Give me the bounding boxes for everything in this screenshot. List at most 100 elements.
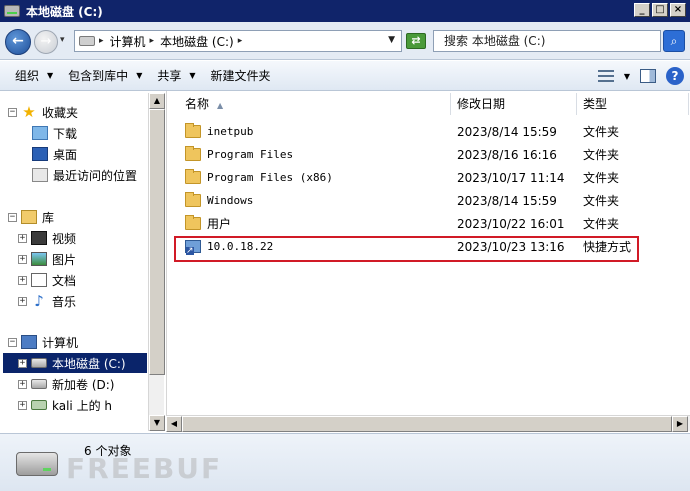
view-dropdown-icon[interactable]: ▼	[624, 72, 630, 81]
organize-label: 组织	[15, 69, 40, 83]
nav-item-network-share[interactable]: + kali 上的 h	[18, 395, 112, 415]
share-label: 共享	[157, 69, 182, 83]
title-bar: 本地磁盘 (C:) _ □ ×	[0, 0, 690, 22]
file-date: 2023/8/14 15:59	[457, 194, 557, 208]
file-row[interactable]: Program Files 2023/8/16 16:16 文件夹	[177, 144, 647, 166]
include-library-menu[interactable]: 包含到库中 ▼	[68, 67, 142, 84]
expand-icon[interactable]: +	[18, 275, 27, 285]
nav-scrollbar[interactable]: ▲ ▼	[148, 93, 165, 431]
refresh-button[interactable]: ⇄	[406, 33, 426, 49]
drive-icon	[4, 5, 20, 17]
chevron-right-icon[interactable]: ▸	[238, 36, 243, 46]
expand-icon[interactable]: +	[18, 254, 27, 264]
nav-item-pictures[interactable]: + 图片	[18, 249, 76, 269]
expand-icon[interactable]: +	[18, 296, 27, 306]
file-row[interactable]: Windows 2023/8/14 15:59 文件夹	[177, 190, 647, 212]
new-folder-button[interactable]: 新建文件夹	[211, 67, 271, 84]
nav-label-libraries: 库	[42, 210, 55, 225]
file-row[interactable]: 10.0.18.22 2023/10/23 13:16 快捷方式	[177, 236, 647, 258]
scrollbar-thumb[interactable]	[182, 416, 672, 432]
documents-icon	[31, 273, 47, 287]
file-name: Program Files (x86)	[207, 171, 333, 184]
expand-icon[interactable]: +	[18, 233, 27, 243]
nav-label-documents: 文档	[52, 273, 77, 288]
star-icon: ★	[22, 103, 36, 121]
file-type: 快捷方式	[583, 240, 632, 254]
nav-label-pictures: 图片	[52, 252, 77, 267]
nav-item-new-volume[interactable]: + 新加卷 (D:)	[18, 374, 114, 394]
collapse-icon[interactable]: −	[8, 337, 17, 347]
chevron-down-icon: ▼	[189, 71, 196, 80]
column-header-type[interactable]: 类型	[577, 93, 689, 115]
nav-item-local-disk[interactable]: + 本地磁盘 (C:)	[3, 353, 147, 373]
close-button[interactable]: ×	[670, 3, 686, 17]
nav-item-desktop[interactable]: 桌面	[32, 144, 77, 164]
column-header-name[interactable]: 名称 ▲	[167, 93, 451, 115]
help-icon[interactable]: ?	[666, 67, 684, 85]
organize-menu[interactable]: 组织 ▼	[15, 67, 53, 84]
nav-item-downloads[interactable]: 下载	[32, 123, 77, 143]
file-type: 文件夹	[583, 148, 620, 162]
file-type: 文件夹	[583, 217, 620, 231]
drive-icon	[16, 452, 58, 476]
expand-icon[interactable]: +	[18, 379, 27, 389]
breadcrumb-local-disk[interactable]: 本地磁盘 (C:)	[160, 33, 234, 50]
file-name: inetpub	[207, 125, 254, 138]
share-menu[interactable]: 共享 ▼	[157, 67, 195, 84]
file-row[interactable]: 用户 2023/10/22 16:01 文件夹	[177, 213, 647, 235]
expand-icon[interactable]: +	[18, 358, 27, 368]
sort-ascending-icon: ▲	[217, 101, 224, 110]
command-bar: 组织 ▼ 包含到库中 ▼ 共享 ▼ 新建文件夹 ▼ ?	[0, 61, 690, 91]
folder-icon	[185, 192, 201, 207]
address-box[interactable]: ▸ 计算机 ▸ 本地磁盘 (C:) ▸ ▼	[74, 30, 402, 52]
horizontal-scrollbar[interactable]: ◀ ▶	[166, 415, 690, 432]
expand-icon[interactable]: +	[18, 400, 27, 410]
library-icon	[21, 210, 37, 224]
folder-icon	[185, 169, 201, 184]
nav-item-recent[interactable]: 最近访问的位置	[32, 165, 137, 185]
scroll-down-icon[interactable]: ▼	[149, 415, 165, 431]
chevron-right-icon[interactable]: ▸	[150, 36, 155, 46]
maximize-button[interactable]: □	[652, 3, 668, 17]
nav-item-music[interactable]: + ♪ 音乐	[18, 291, 76, 311]
shortcut-icon	[185, 240, 201, 255]
drive-icon	[31, 358, 47, 368]
scroll-left-icon[interactable]: ◀	[166, 416, 182, 432]
scrollbar-thumb[interactable]	[149, 109, 165, 375]
nav-label-recent: 最近访问的位置	[53, 168, 138, 183]
nav-item-computer[interactable]: − 计算机	[8, 332, 78, 352]
nav-item-libraries[interactable]: − 库	[8, 207, 54, 227]
column-header-modified[interactable]: 修改日期	[451, 93, 577, 115]
change-view-icon[interactable]	[597, 70, 614, 82]
back-button[interactable]: ←	[5, 29, 31, 55]
file-date: 2023/8/16 16:16	[457, 148, 557, 162]
file-date: 2023/8/14 15:59	[457, 125, 557, 139]
forward-button[interactable]: →	[34, 30, 58, 54]
chevron-right-icon[interactable]: ▸	[99, 36, 104, 46]
search-icon[interactable]: ⌕	[663, 30, 685, 52]
search-input[interactable]: 搜索 本地磁盘 (C:)	[433, 30, 661, 52]
nav-item-documents[interactable]: + 文档	[18, 270, 76, 290]
recent-pages-dropdown[interactable]: ▾	[60, 35, 65, 45]
item-count: 6 个对象	[84, 444, 132, 458]
collapse-icon[interactable]: −	[8, 107, 17, 117]
file-row[interactable]: Program Files (x86) 2023/10/17 11:14 文件夹	[177, 167, 647, 189]
file-name: Program Files	[207, 148, 294, 161]
file-type: 文件夹	[583, 125, 620, 139]
scroll-up-icon[interactable]: ▲	[149, 93, 165, 109]
computer-icon	[21, 335, 37, 349]
preview-pane-icon[interactable]	[640, 69, 656, 83]
breadcrumb-computer[interactable]: 计算机	[110, 33, 146, 50]
downloads-folder-icon	[32, 126, 48, 140]
address-dropdown-icon[interactable]: ▼	[388, 35, 395, 45]
scroll-right-icon[interactable]: ▶	[672, 416, 688, 432]
nav-label-favorites: 收藏夹	[42, 105, 79, 120]
nav-label-downloads: 下载	[53, 126, 78, 141]
minimize-button[interactable]: _	[634, 3, 650, 17]
collapse-icon[interactable]: −	[8, 212, 17, 222]
file-row[interactable]: inetpub 2023/8/14 15:59 文件夹	[177, 121, 647, 143]
file-name: Windows	[207, 194, 254, 207]
nav-item-favorites[interactable]: − ★ 收藏夹	[8, 102, 78, 122]
computer-icon	[79, 36, 95, 46]
nav-item-videos[interactable]: + 视频	[18, 228, 76, 248]
